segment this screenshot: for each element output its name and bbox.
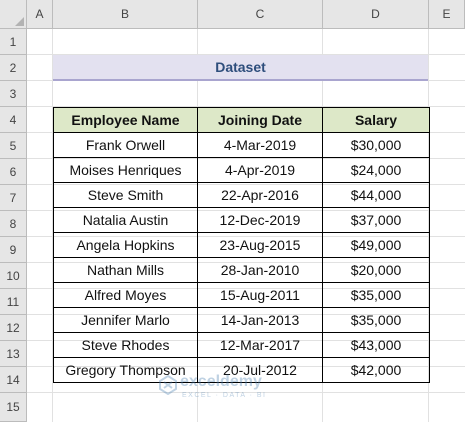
header-salary[interactable]: Salary [322,107,430,133]
column-header-d[interactable]: D [323,0,429,29]
employee-table: Employee Name Joining Date Salary Frank … [53,107,430,383]
row-header-7[interactable]: 7 [0,185,27,211]
cell-joining-date[interactable]: 12-Mar-2017 [197,332,323,358]
spreadsheet-grid: A B C D E 1 2 3 4 5 6 7 8 9 10 11 12 13 … [0,0,465,422]
cell-joining-date[interactable]: 22-Apr-2016 [197,182,323,208]
row-header-9[interactable]: 9 [0,237,27,263]
row-header-1[interactable]: 1 [0,29,27,55]
row-header-4[interactable]: 4 [0,107,27,133]
cell-joining-date[interactable]: 4-Mar-2019 [197,132,323,158]
cell-employee-name[interactable]: Moises Henriques [53,157,198,183]
cell-employee-name[interactable]: Angela Hopkins [53,232,198,258]
table-row: Moises Henriques 4-Apr-2019 $24,000 [53,157,430,183]
header-joining-date[interactable]: Joining Date [197,107,323,133]
gridline [27,392,465,393]
table-row: Angela Hopkins 23-Aug-2015 $49,000 [53,232,430,258]
table-row: Nathan Mills 28-Jan-2010 $20,000 [53,257,430,283]
table-header-row: Employee Name Joining Date Salary [53,107,430,133]
cell-salary[interactable]: $35,000 [322,307,430,333]
cell-employee-name[interactable]: Frank Orwell [53,132,198,158]
table-row: Natalia Austin 12-Dec-2019 $37,000 [53,207,430,233]
cell-employee-name[interactable]: Jennifer Marlo [53,307,198,333]
row-header-2[interactable]: 2 [0,55,27,81]
table-row: Gregory Thompson 20-Jul-2012 $42,000 [53,357,430,383]
cell-employee-name[interactable]: Gregory Thompson [53,357,198,383]
cell-employee-name[interactable]: Natalia Austin [53,207,198,233]
table-row: Jennifer Marlo 14-Jan-2013 $35,000 [53,307,430,333]
row-header-6[interactable]: 6 [0,159,27,185]
cell-salary[interactable]: $20,000 [322,257,430,283]
row-header-15[interactable]: 15 [0,393,27,422]
cell-salary[interactable]: $35,000 [322,282,430,308]
cell-joining-date[interactable]: 4-Apr-2019 [197,157,323,183]
table-row: Steve Rhodes 12-Mar-2017 $43,000 [53,332,430,358]
table-row: Alfred Moyes 15-Aug-2011 $35,000 [53,282,430,308]
cell-joining-date[interactable]: 28-Jan-2010 [197,257,323,283]
cell-salary[interactable]: $37,000 [322,207,430,233]
column-header-c[interactable]: C [198,0,323,29]
row-header-5[interactable]: 5 [0,133,27,159]
dataset-title-cell[interactable]: Dataset [53,55,428,81]
cell-joining-date[interactable]: 12-Dec-2019 [197,207,323,233]
column-header-b[interactable]: B [53,0,198,29]
table-row: Steve Smith 22-Apr-2016 $44,000 [53,182,430,208]
cell-salary[interactable]: $42,000 [322,357,430,383]
column-header-a[interactable]: A [27,0,53,29]
select-all-corner[interactable] [0,0,27,29]
row-header-12[interactable]: 12 [0,315,27,341]
row-header-14[interactable]: 14 [0,367,27,393]
cell-employee-name[interactable]: Steve Rhodes [53,332,198,358]
cell-salary[interactable]: $30,000 [322,132,430,158]
cell-joining-date[interactable]: 23-Aug-2015 [197,232,323,258]
table-row: Frank Orwell 4-Mar-2019 $30,000 [53,132,430,158]
watermark-tagline: EXCEL · DATA · BI [182,392,267,399]
cell-employee-name[interactable]: Nathan Mills [53,257,198,283]
cell-joining-date[interactable]: 20-Jul-2012 [197,357,323,383]
row-header-10[interactable]: 10 [0,263,27,289]
row-header-11[interactable]: 11 [0,289,27,315]
cell-salary[interactable]: $24,000 [322,157,430,183]
cell-salary[interactable]: $44,000 [322,182,430,208]
cell-joining-date[interactable]: 15-Aug-2011 [197,282,323,308]
column-header-e[interactable]: E [429,0,465,29]
select-all-triangle-icon [15,17,24,26]
cell-salary[interactable]: $43,000 [322,332,430,358]
cell-employee-name[interactable]: Steve Smith [53,182,198,208]
header-employee-name[interactable]: Employee Name [53,107,198,133]
row-header-8[interactable]: 8 [0,211,27,237]
cell-joining-date[interactable]: 14-Jan-2013 [197,307,323,333]
row-header-13[interactable]: 13 [0,341,27,367]
cell-employee-name[interactable]: Alfred Moyes [53,282,198,308]
row-header-3[interactable]: 3 [0,81,27,107]
cell-salary[interactable]: $49,000 [322,232,430,258]
